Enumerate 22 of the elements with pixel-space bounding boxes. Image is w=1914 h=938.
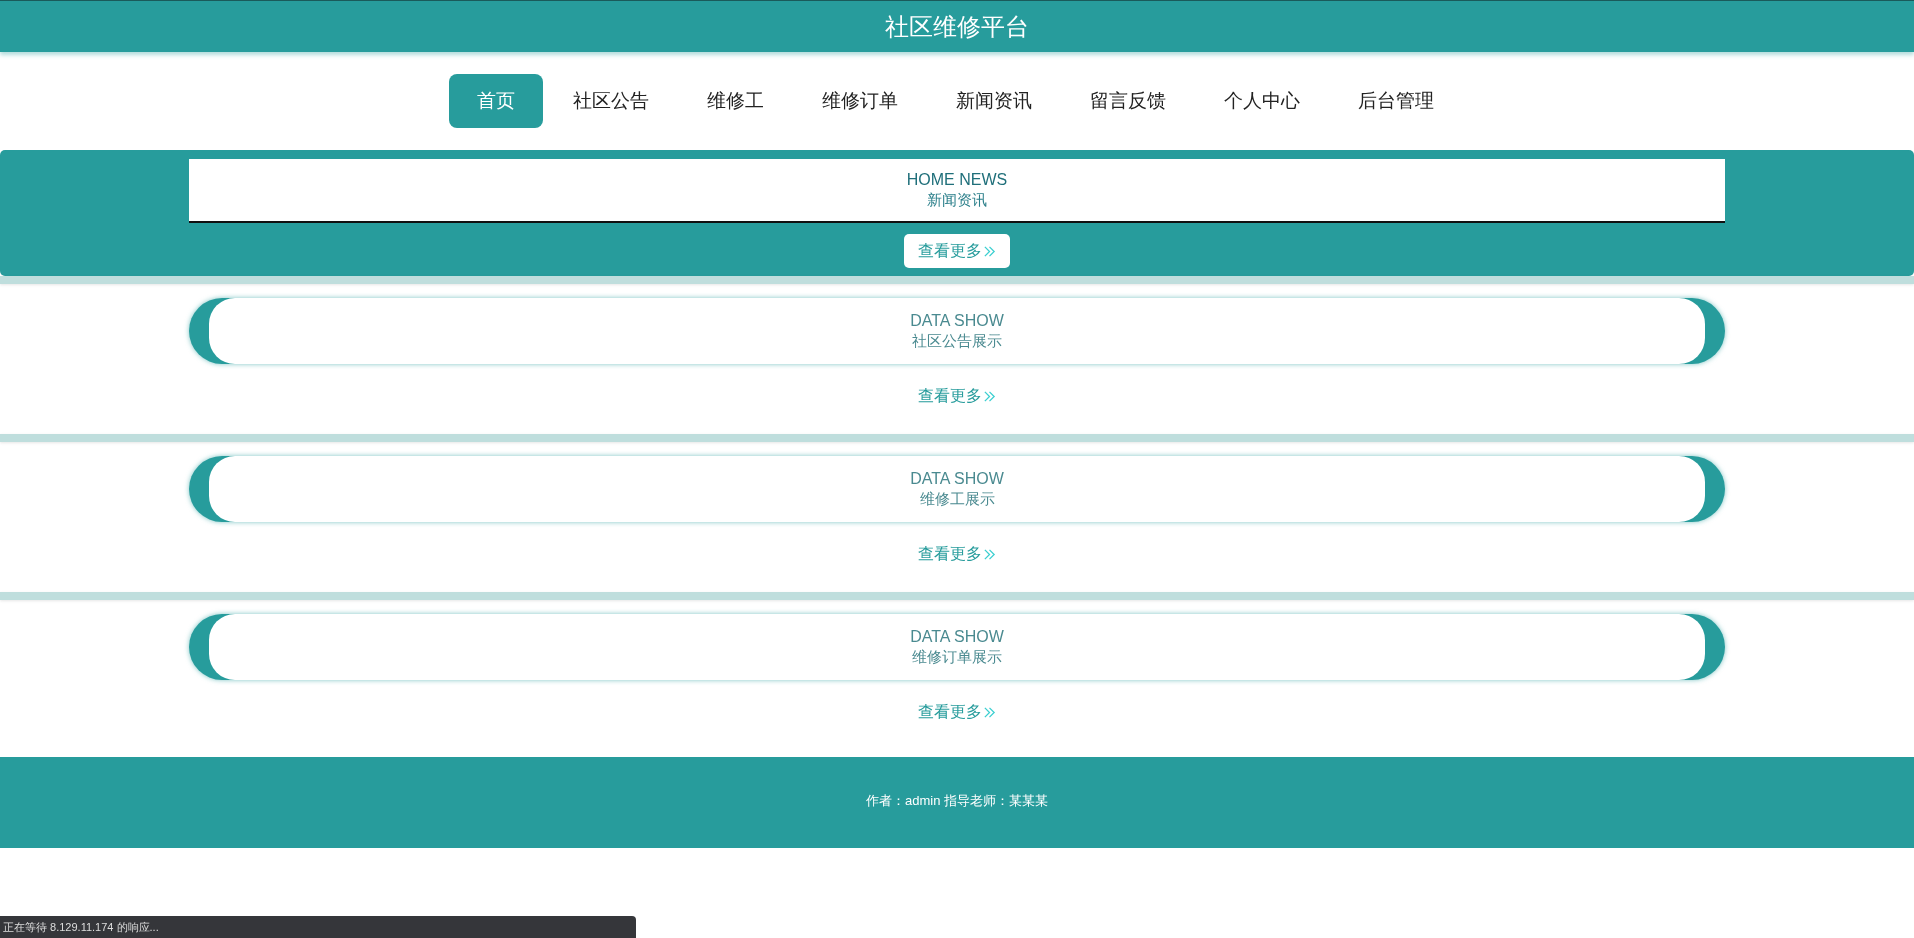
section-title-en: DATA SHOW [910,311,1004,330]
footer-text: 作者：admin 指导老师：某某某 [866,791,1048,810]
nav-link[interactable]: 新闻资讯 [927,74,1060,128]
section-title: 新闻资讯 [927,190,987,210]
site-title: 社区维修平台 [885,11,1029,42]
section-title: 维修工展示 [919,489,995,509]
section-title-en: DATA SHOW [910,469,1004,488]
double-chevron-icon [983,706,996,719]
section-title: 社区公告展示 [912,331,1002,351]
double-chevron-icon [983,390,996,403]
section-title-en: DATA SHOW [910,627,1004,646]
nav-link[interactable]: 维修工 [678,74,792,128]
nav-link[interactable]: 社区公告 [544,74,677,128]
section-title-en: HOME NEWS [906,170,1008,189]
nav-link[interactable]: 个人中心 [1195,74,1328,128]
double-chevron-icon [983,548,996,561]
nav-link[interactable]: 维修订单 [793,74,926,128]
nav-link[interactable]: 后台管理 [1329,74,1462,128]
status-bar: 正在等待 8.129.11.174 的响应... [0,916,636,938]
double-chevron-icon [983,244,996,258]
section-title: 维修订单展示 [912,647,1002,667]
nav-link[interactable]: 留言反馈 [1061,74,1194,128]
